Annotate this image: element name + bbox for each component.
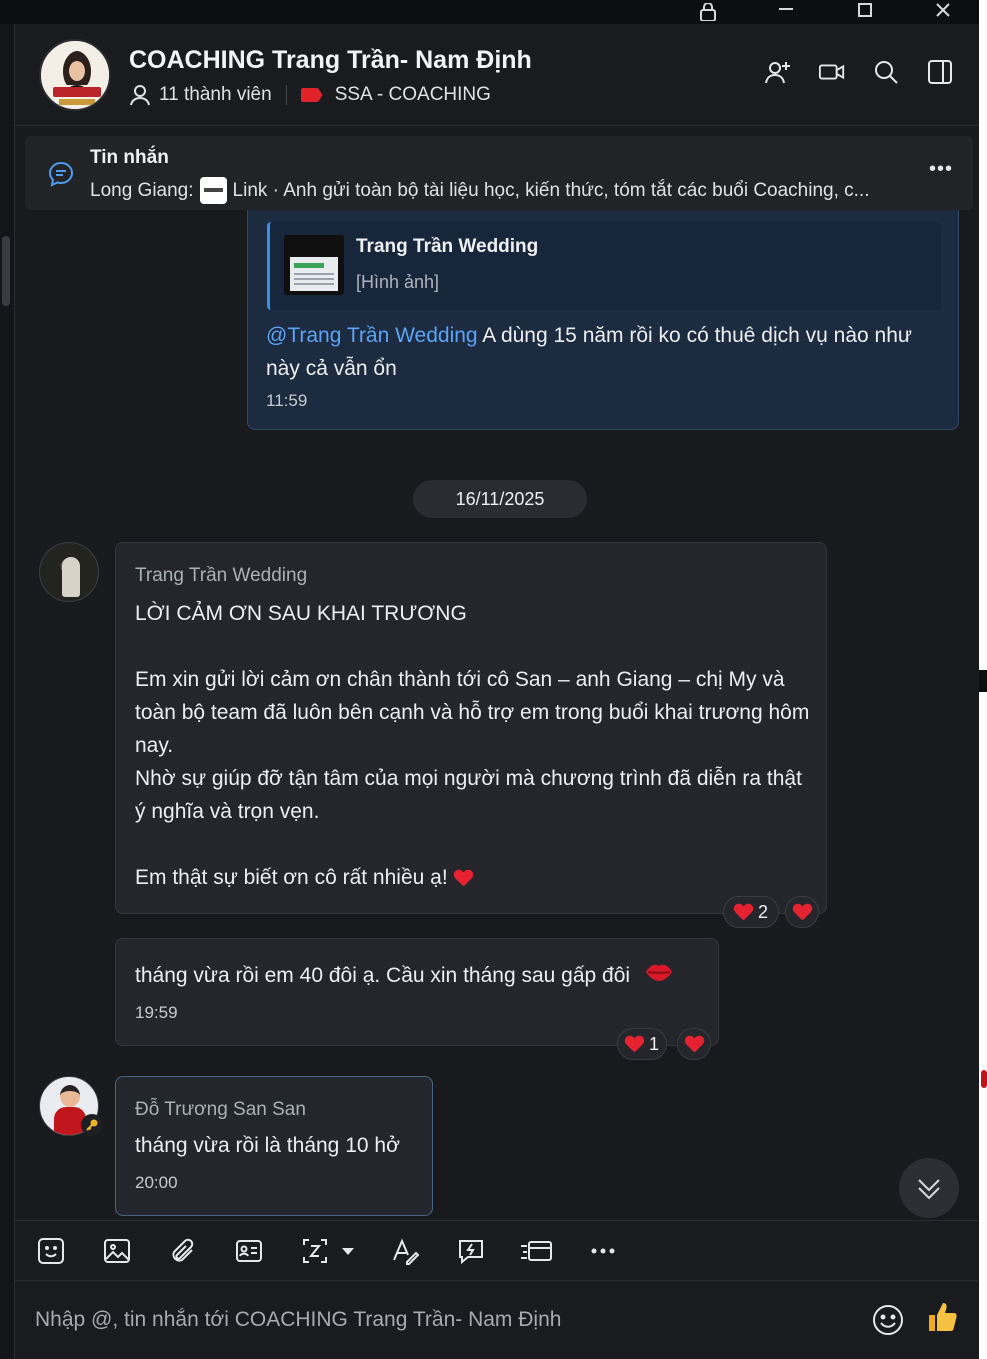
- add-reaction-button[interactable]: [785, 896, 819, 928]
- heart-icon: [734, 904, 752, 920]
- heart-icon: [625, 1036, 643, 1052]
- composer-toolbar: [15, 1220, 980, 1280]
- add-member-icon[interactable]: [764, 58, 792, 86]
- minimize-icon[interactable]: [766, 0, 806, 24]
- member-count[interactable]: 11 thành viên: [159, 84, 272, 106]
- own-message-text: @Trang Trần Wedding A dùng 15 năm rồi ko…: [266, 319, 936, 385]
- message-bubble[interactable]: Trang Trần Wedding LỜI CẢM ƠN SAU KHAI T…: [115, 542, 827, 914]
- pinned-preview: Long Giang: Link · Anh gửi toàn bộ tài l…: [90, 177, 870, 204]
- meta-divider: [285, 85, 287, 105]
- heart-icon: [685, 1036, 703, 1052]
- message-composer: [15, 1280, 980, 1359]
- chat-bubble-icon: [47, 160, 75, 193]
- attachment-icon[interactable]: [165, 1233, 201, 1269]
- sticker-icon[interactable]: [33, 1233, 69, 1269]
- message-text: LỜI CẢM ƠN SAU KHAI TRƯƠNG Em xin gửi lờ…: [135, 602, 810, 889]
- reaction-count: 2: [757, 901, 768, 922]
- more-options-icon[interactable]: •••: [929, 158, 953, 181]
- lock-icon[interactable]: [688, 0, 728, 24]
- message-sender[interactable]: Đỗ Trương San San: [135, 1099, 306, 1121]
- heart-emoji-icon: [454, 870, 472, 886]
- date-separator: 16/11/2025: [413, 480, 587, 518]
- message-time: 20:00: [135, 1173, 178, 1192]
- group-meta: 11 thành viên SSA - COACHING: [129, 84, 491, 106]
- left-rail: [0, 24, 14, 1359]
- message-text: tháng vừa rồi em 40 đôi ạ. Cầu xin tháng…: [135, 959, 705, 993]
- tag-icon: [300, 88, 323, 102]
- message-input[interactable]: [35, 1301, 855, 1339]
- conversation-header: COACHING Trang Trần- Nam Định 11 thành v…: [15, 24, 980, 126]
- video-call-icon[interactable]: [818, 58, 846, 86]
- quoted-type: [Hình ảnh]: [356, 272, 440, 292]
- kiss-emoji-icon: [644, 960, 674, 993]
- mention-link[interactable]: @Trang Trần Wedding: [266, 324, 478, 347]
- pinned-message-bar[interactable]: Tin nhắn Long Giang: Link · Anh gửi toàn…: [25, 136, 973, 210]
- link-thumbnail: [199, 177, 227, 204]
- add-reaction-button[interactable]: [677, 1028, 711, 1060]
- quoted-image-thumbnail: [284, 235, 344, 295]
- text-format-icon[interactable]: [387, 1233, 423, 1269]
- own-message-time: 11:59: [266, 391, 308, 410]
- background-window-edge: [979, 0, 987, 1359]
- reaction-summary[interactable]: 1: [617, 1028, 667, 1060]
- members-icon: [129, 84, 151, 106]
- quoted-message[interactable]: Trang Trần Wedding [Hình ảnh]: [267, 222, 941, 310]
- message-sender[interactable]: Trang Trần Wedding: [135, 565, 307, 587]
- message-text: tháng vừa rồi là tháng 10 hở: [135, 1134, 400, 1157]
- group-avatar[interactable]: [39, 39, 111, 111]
- thumbs-up-icon[interactable]: [925, 1299, 959, 1340]
- pinned-text: · Anh gửi toàn bộ tài liệu học, kiến thứ…: [272, 179, 870, 201]
- avatar-trang-tran-wedding[interactable]: [39, 542, 99, 602]
- sidebar-scrollbar[interactable]: [2, 236, 10, 306]
- pinned-sender: Long Giang:: [90, 179, 194, 201]
- search-icon[interactable]: [872, 58, 900, 86]
- maximize-icon[interactable]: [845, 0, 885, 24]
- quoted-sender: Trang Trần Wedding: [356, 236, 539, 257]
- reaction-summary[interactable]: 2: [723, 896, 779, 928]
- assign-task-icon[interactable]: [519, 1233, 555, 1269]
- heart-icon: [793, 904, 811, 920]
- image-icon[interactable]: [99, 1233, 135, 1269]
- header-actions: [764, 58, 954, 86]
- reaction-count: 1: [648, 1033, 659, 1054]
- emoji-icon[interactable]: [871, 1303, 905, 1342]
- scroll-to-bottom-button[interactable]: [899, 1158, 959, 1218]
- pinned-title: Tin nhắn: [90, 147, 169, 168]
- group-title: COACHING Trang Trần- Nam Định: [129, 46, 532, 74]
- close-icon[interactable]: [923, 0, 963, 24]
- message-bubble[interactable]: Đỗ Trương San San tháng vừa rồi là tháng…: [115, 1076, 433, 1216]
- double-chevron-down-icon: [918, 1179, 940, 1200]
- chat-window: COACHING Trang Trần- Nam Định 11 thành v…: [14, 24, 980, 1359]
- quick-message-icon[interactable]: [453, 1233, 489, 1269]
- message-time: 19:59: [135, 1003, 178, 1022]
- own-message-bubble[interactable]: Trang Trần Wedding [Hình ảnh] @Trang Trầ…: [247, 210, 959, 430]
- pinned-link-label: Link: [232, 179, 268, 201]
- chevron-down-icon[interactable]: [333, 1233, 363, 1269]
- sidebar-toggle-icon[interactable]: [926, 58, 954, 86]
- screenshot-icon[interactable]: [297, 1233, 333, 1269]
- more-options-icon[interactable]: [585, 1233, 621, 1269]
- group-tag[interactable]: SSA - COACHING: [335, 84, 491, 106]
- contact-card-icon[interactable]: [231, 1233, 267, 1269]
- window-titlebar: [0, 0, 987, 24]
- key-icon: [81, 1114, 103, 1136]
- message-list[interactable]: Trang Trần Wedding [Hình ảnh] @Trang Trầ…: [15, 210, 980, 1220]
